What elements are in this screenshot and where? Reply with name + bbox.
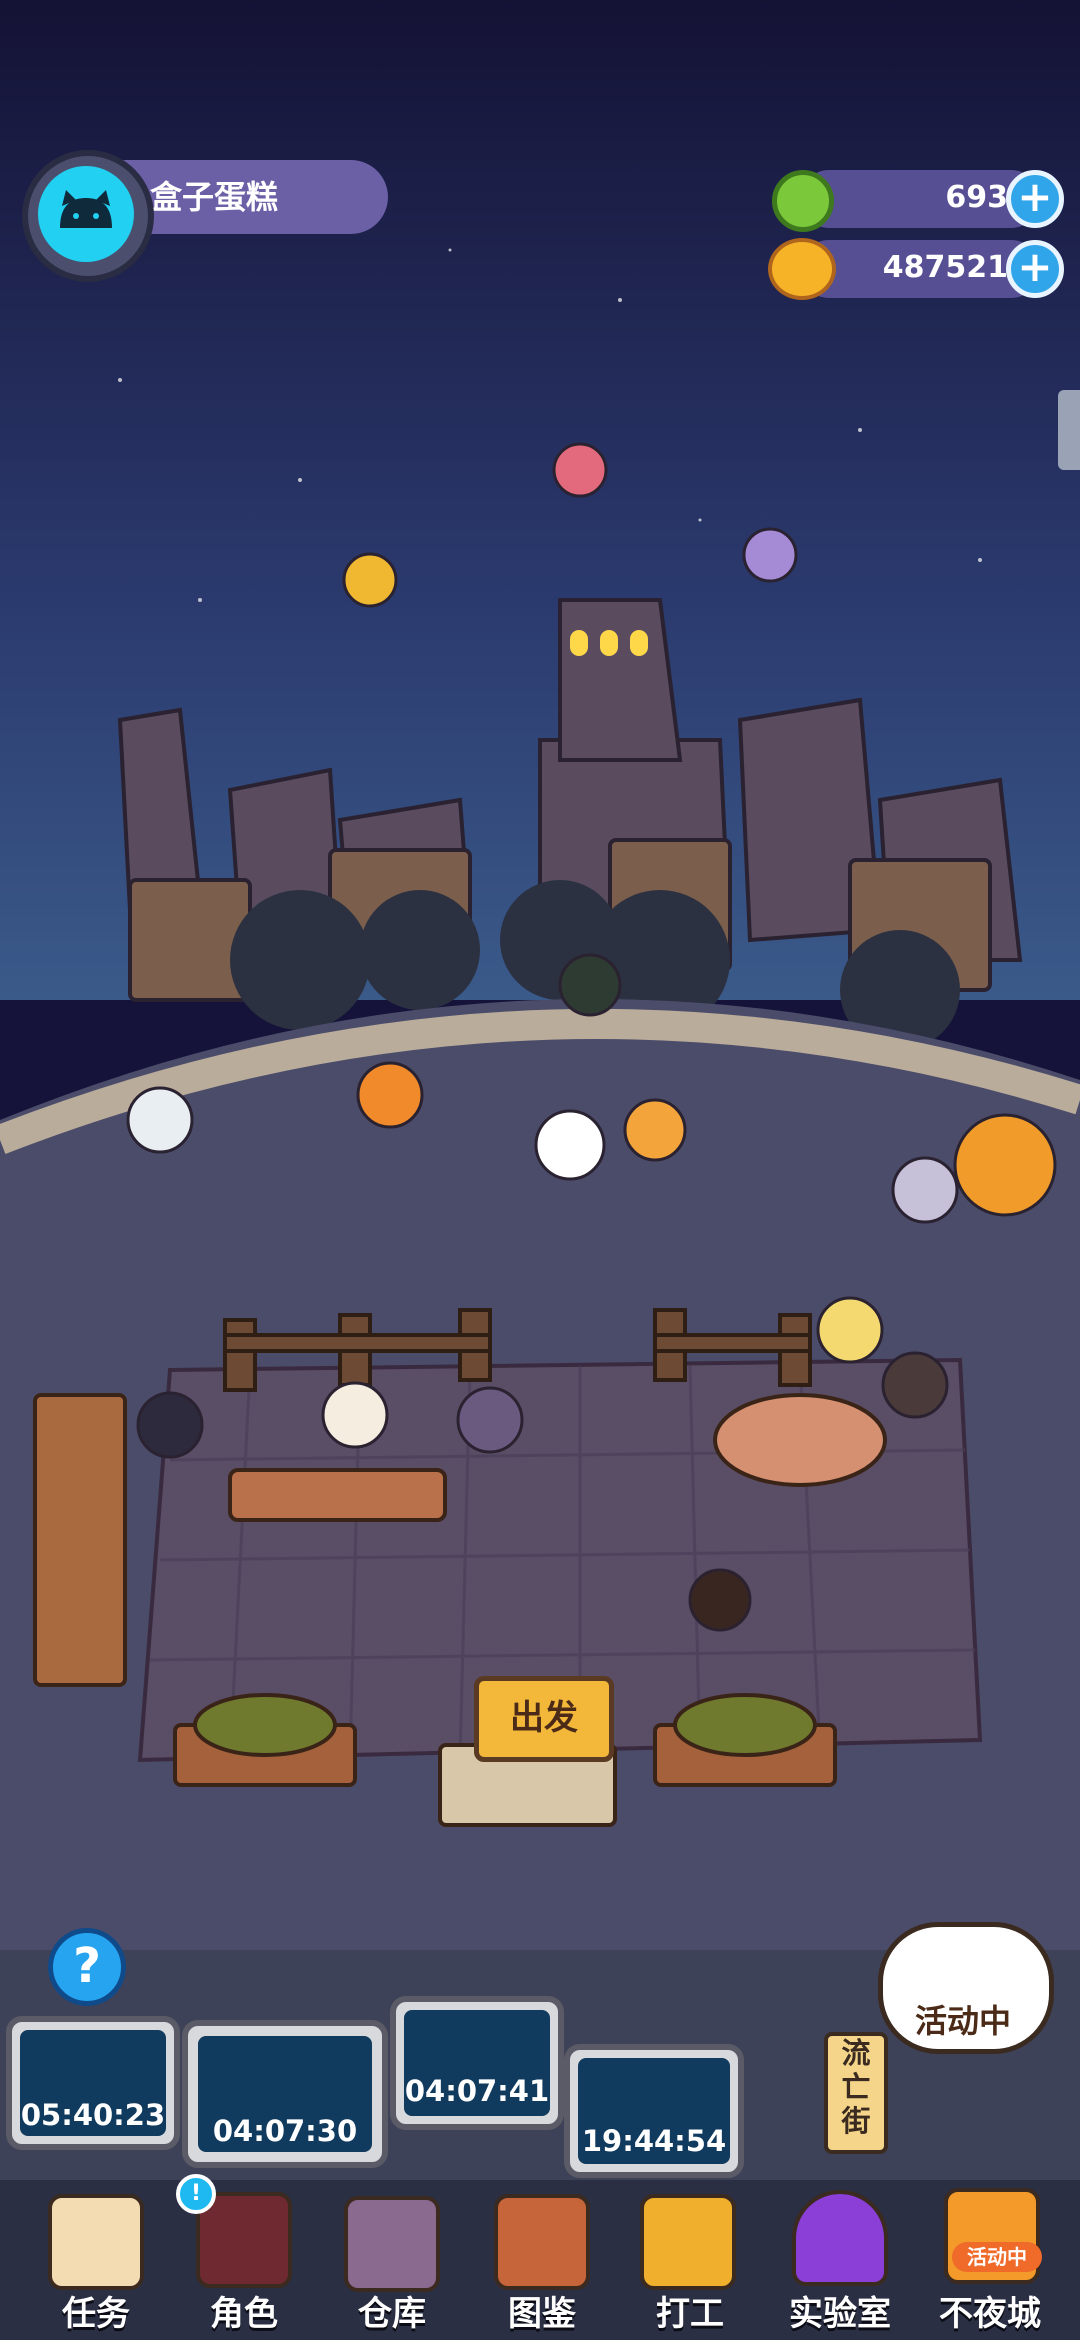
nav-active-badge: 活动中 bbox=[952, 2242, 1042, 2272]
nav-item-tasks[interactable]: 任务 bbox=[26, 2286, 166, 2335]
cat-avatar-icon bbox=[38, 166, 134, 262]
nav-item-work[interactable]: 打工 bbox=[620, 2286, 760, 2335]
help-button[interactable]: ? bbox=[48, 1928, 126, 2006]
add-coins-button[interactable]: + bbox=[1006, 240, 1064, 298]
coin-count: 487521 bbox=[882, 250, 1008, 285]
timer-text: 19:44:54 bbox=[581, 2124, 727, 2158]
timer-monitor-1[interactable]: 05:40:23 bbox=[6, 2016, 180, 2150]
timer-text: 05:40:23 bbox=[20, 2098, 166, 2132]
add-gems-button[interactable]: + bbox=[1006, 170, 1064, 228]
nav-item-collection[interactable]: 图鉴 bbox=[472, 2286, 612, 2335]
timer-text: 04:07:30 bbox=[212, 2114, 358, 2148]
nav-item-lab[interactable]: 实验室 bbox=[770, 2286, 910, 2335]
timer-monitor-3[interactable]: 04:07:41 bbox=[390, 1996, 564, 2130]
book-icon[interactable] bbox=[494, 2194, 590, 2290]
nav-item-warehouse[interactable]: 仓库 bbox=[322, 2286, 462, 2335]
player-name: 盒子蛋糕 bbox=[150, 178, 279, 216]
gem-count: 693 bbox=[945, 180, 1008, 215]
notification-badge: ! bbox=[176, 2174, 216, 2214]
lab-dome-icon[interactable] bbox=[792, 2190, 888, 2286]
nav-item-nightless-city[interactable]: 不夜城 bbox=[920, 2286, 1060, 2335]
exile-street-label: 流亡街 bbox=[841, 2036, 871, 2138]
nav-item-characters[interactable]: 角色 bbox=[174, 2286, 314, 2335]
side-drawer-tab[interactable] bbox=[1058, 390, 1080, 470]
timer-monitor-2[interactable]: 04:07:30 bbox=[182, 2020, 388, 2168]
scroll-icon[interactable] bbox=[48, 2194, 144, 2290]
work-monitor-icon[interactable] bbox=[640, 2194, 736, 2290]
timer-text: 04:07:41 bbox=[404, 2074, 550, 2108]
timer-monitor-4[interactable]: 19:44:54 bbox=[564, 2044, 744, 2178]
chest-icon[interactable] bbox=[344, 2196, 440, 2292]
depart-label: 出发 bbox=[510, 1698, 578, 1738]
event-tag: 活动中 bbox=[914, 2002, 1011, 2040]
